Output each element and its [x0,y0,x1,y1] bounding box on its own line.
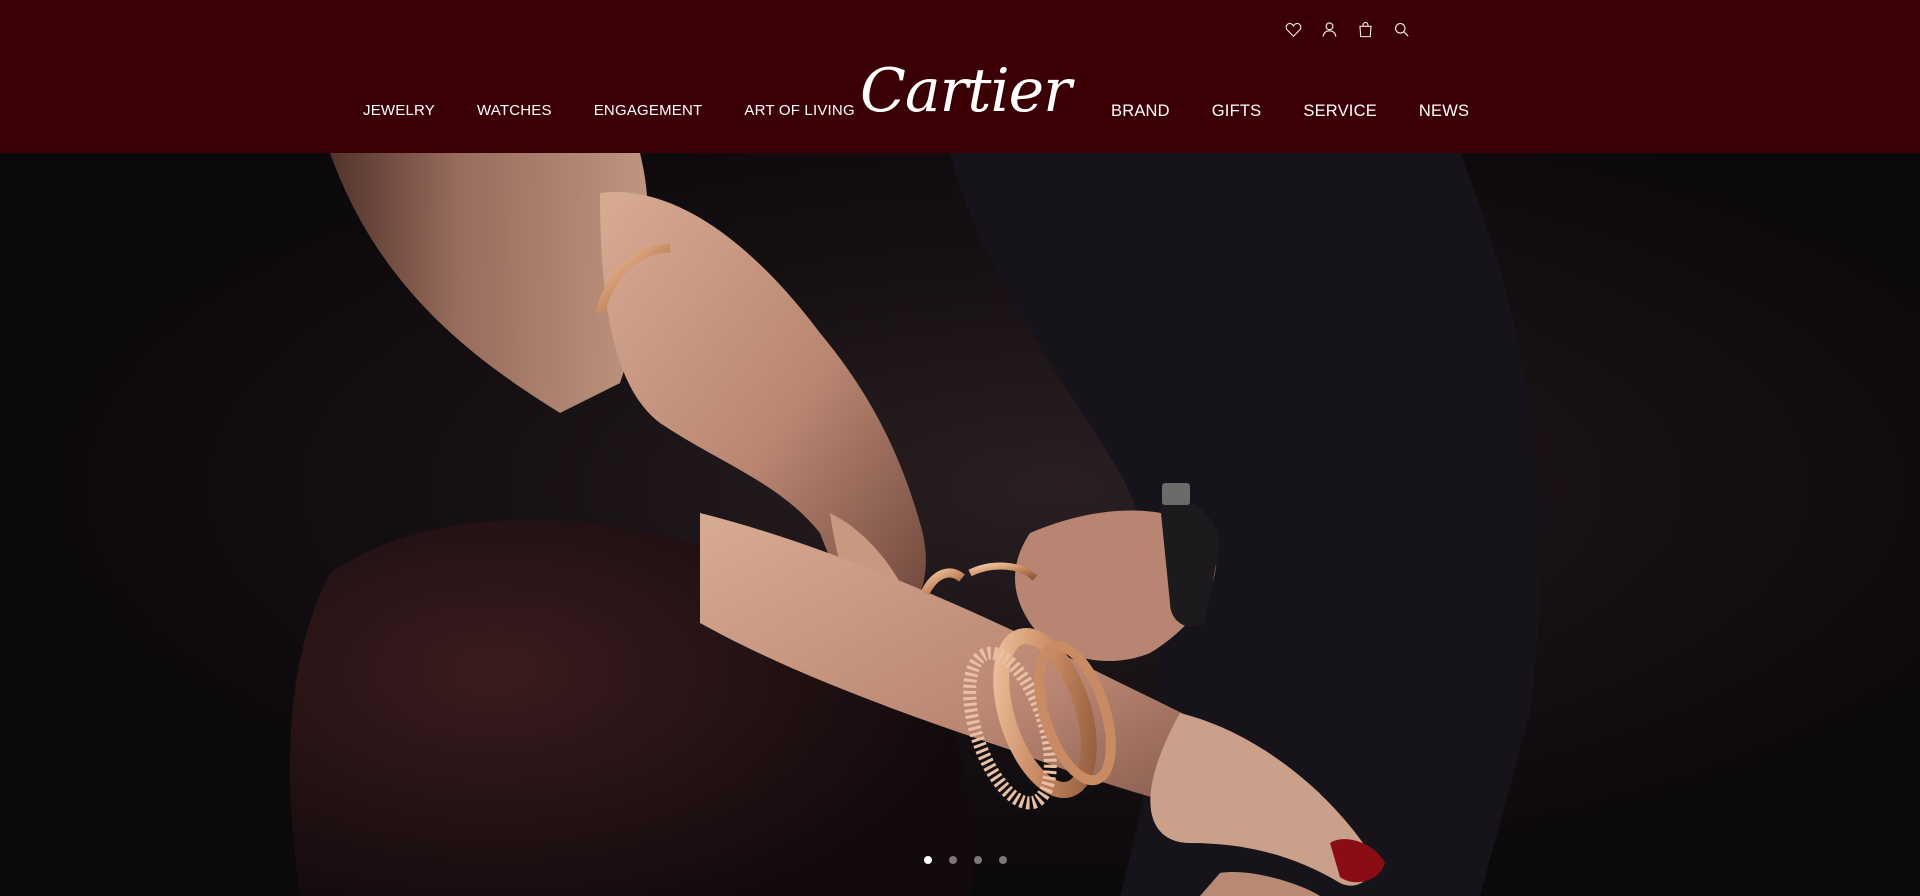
search-button[interactable] [1390,18,1412,40]
nav-item-gifts[interactable]: GIFTS [1212,100,1262,122]
hero-image [0,153,1920,896]
carousel-dot-2[interactable] [948,856,957,864]
utility-icons [1282,18,1412,40]
search-icon [1394,22,1409,37]
page: JEWELRY WATCHES ENGAGEMENT ART OF LIVING… [0,0,1920,896]
shopping-bag-icon [1358,21,1372,37]
nav-item-watches[interactable]: WATCHES [477,100,552,122]
wishlist-button[interactable] [1282,18,1304,40]
heart-icon [1285,22,1301,37]
hero-carousel[interactable] [0,153,1920,896]
bag-button[interactable] [1354,18,1376,40]
carousel-dots [0,856,1920,864]
carousel-dot-3[interactable] [973,856,982,864]
nav-item-brand[interactable]: BRAND [1111,100,1170,122]
primary-nav-left: JEWELRY WATCHES ENGAGEMENT ART OF LIVING [363,100,897,122]
user-icon [1322,21,1336,37]
nav-item-art-of-living[interactable]: ART OF LIVING [744,100,854,122]
logo-wordmark: Cartier [860,56,1072,126]
nav-item-service[interactable]: SERVICE [1303,100,1377,122]
primary-nav-right: BRAND GIFTS SERVICE NEWS [1111,100,1511,122]
account-button[interactable] [1318,18,1340,40]
nav-item-engagement[interactable]: ENGAGEMENT [594,100,703,122]
nav-item-news[interactable]: NEWS [1419,100,1469,122]
cartier-logo[interactable]: Cartier [860,54,1072,128]
carousel-dot-1[interactable] [923,856,932,864]
carousel-dot-4[interactable] [998,856,1007,864]
nav-item-jewelry[interactable]: JEWELRY [363,100,435,122]
site-header: JEWELRY WATCHES ENGAGEMENT ART OF LIVING… [0,0,1920,153]
